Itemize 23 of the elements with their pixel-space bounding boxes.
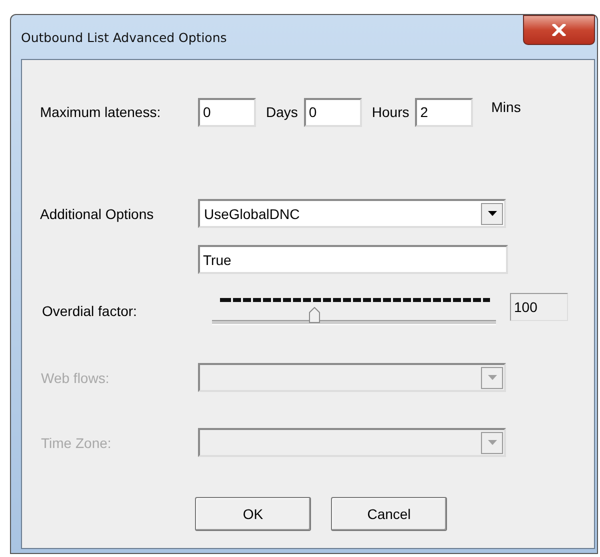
dropdown-arrow-icon [488,440,496,445]
field-label: Time Zone: [41,434,112,450]
field-label: Overdial factor: [42,303,138,319]
dropdown-arrow-icon [488,375,496,380]
input-field[interactable]: True [198,245,508,274]
slider-thumb[interactable] [309,307,320,323]
input-field[interactable]: 2 [415,98,474,126]
dialog-button[interactable]: OK [195,497,311,531]
dropdown-arrow-icon [488,211,496,216]
unit-label: Hours [372,104,410,120]
field-label: Web flows: [41,370,110,386]
field-label: Maximum lateness: [40,104,162,120]
close-button[interactable] [523,15,595,45]
close-icon [552,24,566,36]
dialog-button[interactable]: Cancel [331,497,447,531]
field-label: Additional Options [40,206,155,222]
value-display: 100 [510,293,568,321]
input-field[interactable]: 0 [198,98,256,126]
window-title: Outbound List Advanced Options [21,30,227,44]
unit-label: Days [266,104,298,120]
dropdown[interactable]: UseGlobalDNC [198,199,506,228]
input-field[interactable]: 0 [304,98,362,126]
unit-label: Mins [491,99,521,115]
